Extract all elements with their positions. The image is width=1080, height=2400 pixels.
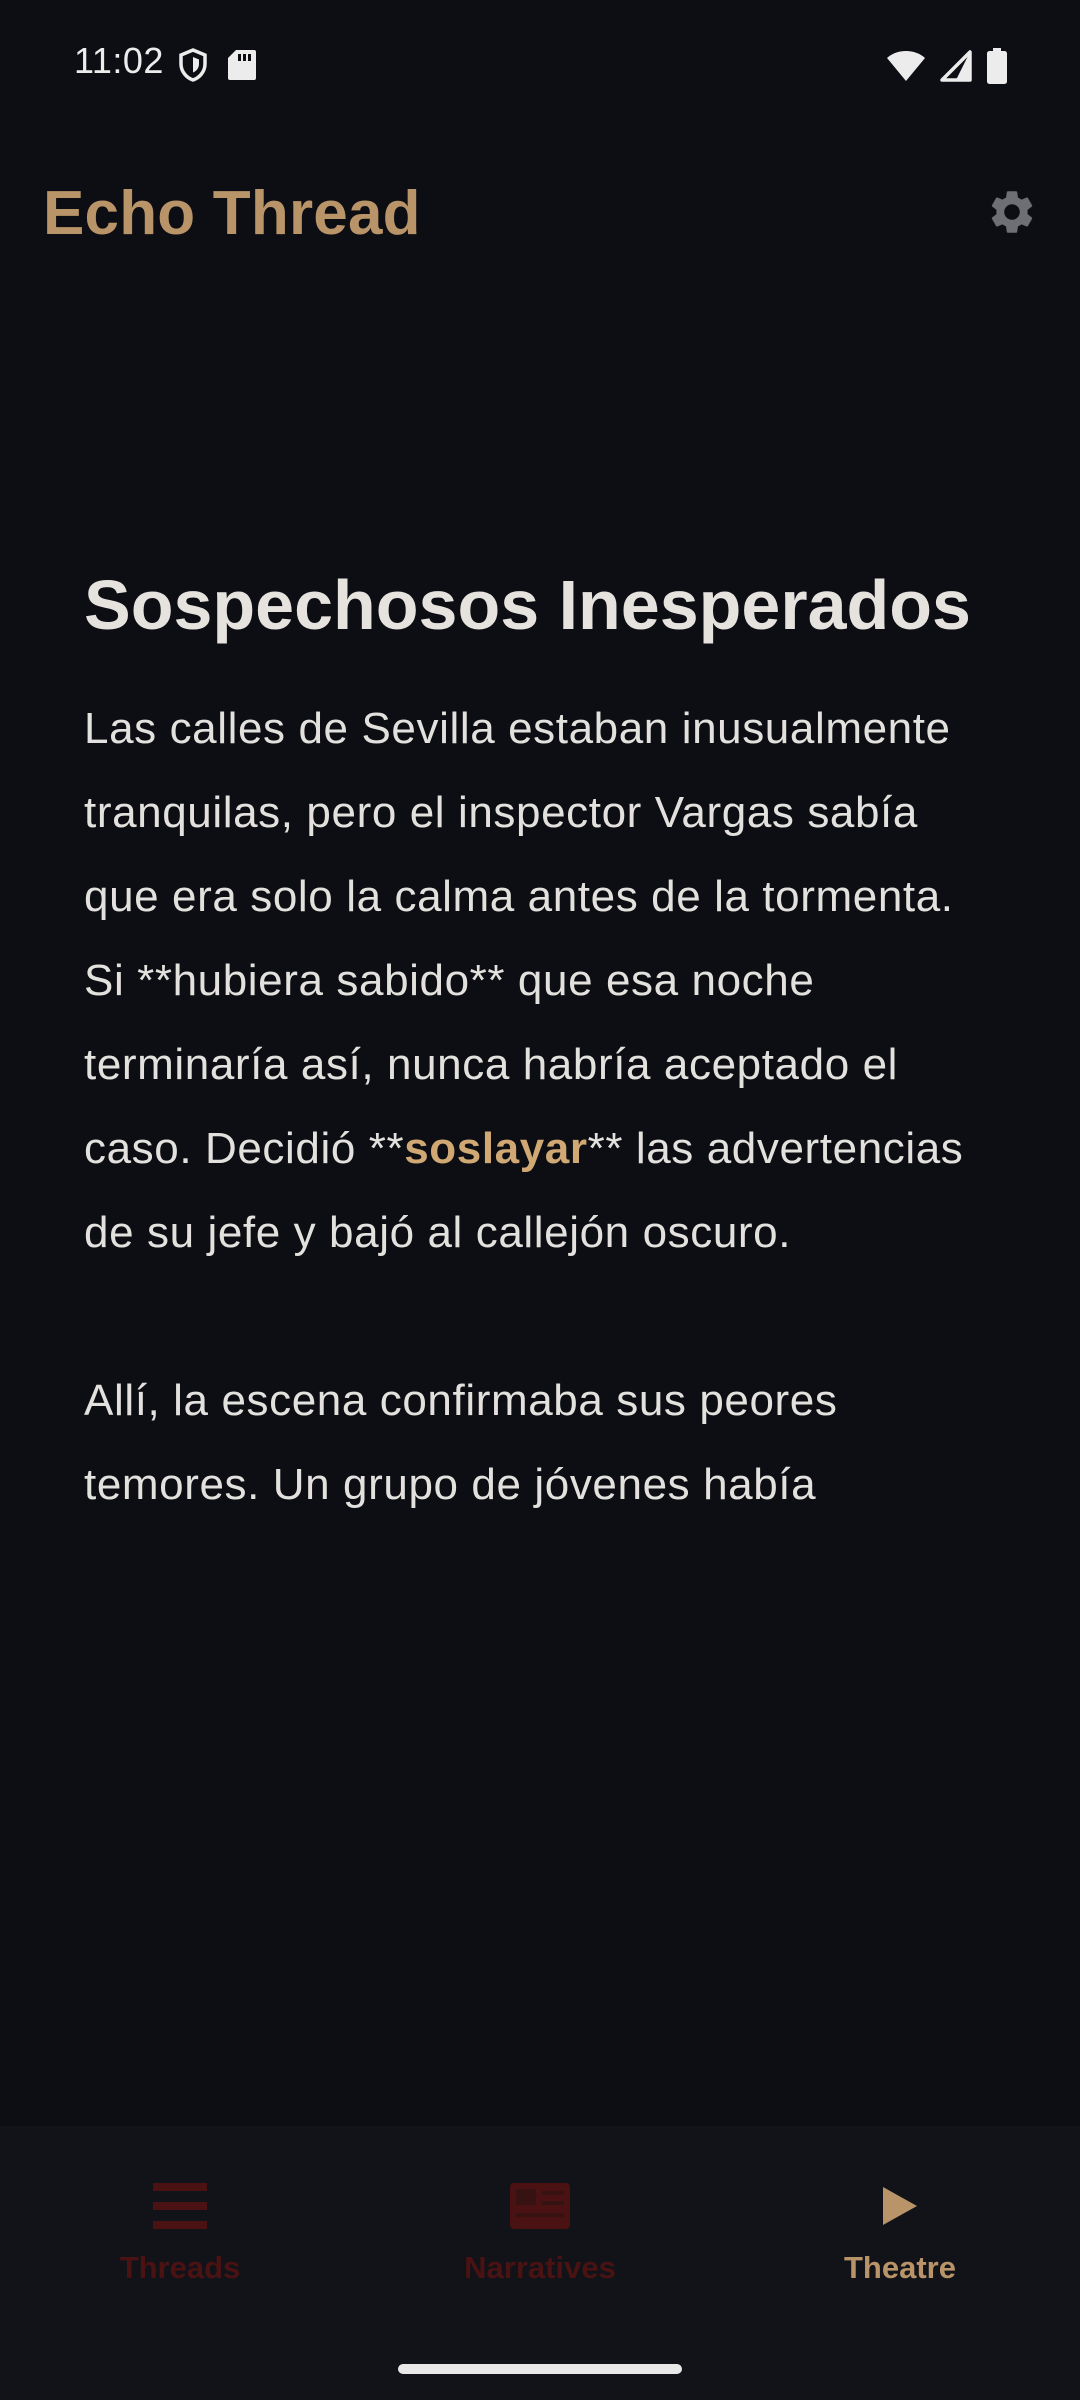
nav-label: Theatre [844,2250,956,2285]
chapter-title: Sospechosos Inesperados [84,566,971,644]
app-title: Echo Thread [43,179,421,248]
sd-card-icon [228,49,256,86]
shield-icon [178,48,208,87]
nav-item-narratives[interactable]: Narratives [360,2126,720,2400]
list-icon [150,2176,210,2236]
nav-item-threads[interactable]: Threads [0,2126,360,2400]
bottom-navigation: Threads Narratives Theatre [0,2126,1080,2400]
status-right-icons [886,48,1008,89]
status-time: 11:02 [74,40,164,81]
paragraph-text: Las calles de Sevilla estaban inusualmen… [84,704,954,1173]
wifi-icon [886,50,926,87]
story-paragraph: Las calles de Sevilla estaban inusualmen… [84,687,1004,1275]
newspaper-icon [510,2176,570,2236]
reader-content: Sospechosos Inesperados Las calles de Se… [84,555,1004,1527]
nav-item-theatre[interactable]: Theatre [720,2126,1080,2400]
nav-label: Narratives [464,2250,616,2285]
story-paragraph: Allí, la escena confirmaba sus peores te… [84,1376,838,1509]
settings-button[interactable] [980,182,1044,246]
status-left-icons [178,48,256,87]
signal-icon [940,50,972,87]
play-icon [870,2176,930,2236]
battery-icon [986,48,1008,89]
app-header: Echo Thread [0,150,1080,280]
nav-label: Threads [119,2250,241,2285]
highlighted-word[interactable]: soslayar [404,1124,587,1173]
home-indicator[interactable] [398,2364,682,2374]
app-screen: 11:02 Echo Thread Sospechosos Inesperado… [0,0,1080,2400]
status-bar: 11:02 [0,0,1080,130]
gear-icon [986,186,1038,243]
